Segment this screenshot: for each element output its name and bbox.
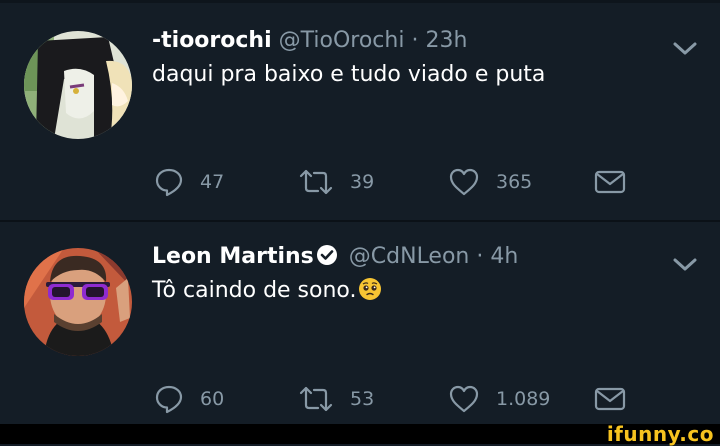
separator-dot: · (476, 244, 484, 269)
timeline: -tioorochi @TioOrochi · 23h daqui pra ba… (0, 0, 720, 424)
tweet-text: daqui pra baixo e tudo viado e puta (152, 62, 546, 87)
tweet-header: Leon Martins @CdNLeon · 4h (152, 243, 518, 274)
heart-icon (449, 385, 479, 413)
direct-message-button[interactable] (594, 379, 626, 419)
author-name[interactable]: Leon Martins (152, 244, 314, 269)
tweet-actions: 60 53 1.089 (0, 379, 720, 419)
retweet-count: 53 (350, 388, 375, 410)
tweet-text: Tô caindo de sono. (152, 278, 357, 303)
watermark-bar: ifunny.co (0, 424, 720, 444)
reply-button[interactable]: 60 (154, 379, 224, 419)
reply-icon (155, 168, 183, 197)
reply-count: 60 (200, 388, 225, 410)
tweet-header: -tioorochi @TioOrochi · 23h (152, 27, 467, 55)
avatar[interactable] (24, 31, 132, 139)
like-button[interactable]: 365 (448, 162, 532, 202)
avatar[interactable] (24, 248, 132, 356)
tweet[interactable]: -tioorochi @TioOrochi · 23h daqui pra ba… (0, 3, 720, 220)
direct-message-button[interactable] (594, 162, 626, 202)
retweet-icon (299, 386, 333, 412)
like-count: 1.089 (496, 388, 551, 410)
author-handle[interactable]: @TioOrochi (279, 28, 405, 53)
retweet-icon (299, 169, 333, 195)
reply-icon (155, 385, 183, 414)
reply-button[interactable]: 47 (154, 162, 224, 202)
author-handle[interactable]: @CdNLeon (349, 244, 470, 269)
tweet-timestamp[interactable]: 4h (490, 244, 518, 269)
retweet-button[interactable]: 39 (298, 162, 374, 202)
man-with-purple-sunglasses-avatar-icon (24, 248, 132, 356)
pleading-face-emoji-icon (358, 277, 382, 309)
retweet-button[interactable]: 53 (298, 379, 374, 419)
like-count: 365 (496, 171, 533, 193)
like-button[interactable]: 1.089 (448, 379, 550, 419)
heart-icon (449, 168, 479, 196)
envelope-icon (594, 170, 626, 194)
more-options-chevron-down-icon[interactable] (672, 255, 698, 275)
more-options-chevron-down-icon[interactable] (672, 39, 698, 59)
retweet-count: 39 (350, 171, 375, 193)
tweet-text-container: Tô caindo de sono. (152, 277, 382, 309)
author-name[interactable]: -tioorochi (152, 28, 272, 53)
anime-character-avatar-icon (24, 31, 132, 139)
tweet-actions: 47 39 365 (0, 162, 720, 202)
separator-dot: · (411, 28, 419, 53)
tweet-timestamp[interactable]: 23h (425, 28, 467, 53)
ifunny-watermark: ifunny.co (606, 422, 714, 446)
envelope-icon (594, 387, 626, 411)
reply-count: 47 (200, 171, 225, 193)
verified-badge-icon (316, 244, 338, 274)
tweet[interactable]: Leon Martins @CdNLeon · 4h Tô caindo de … (0, 222, 720, 424)
